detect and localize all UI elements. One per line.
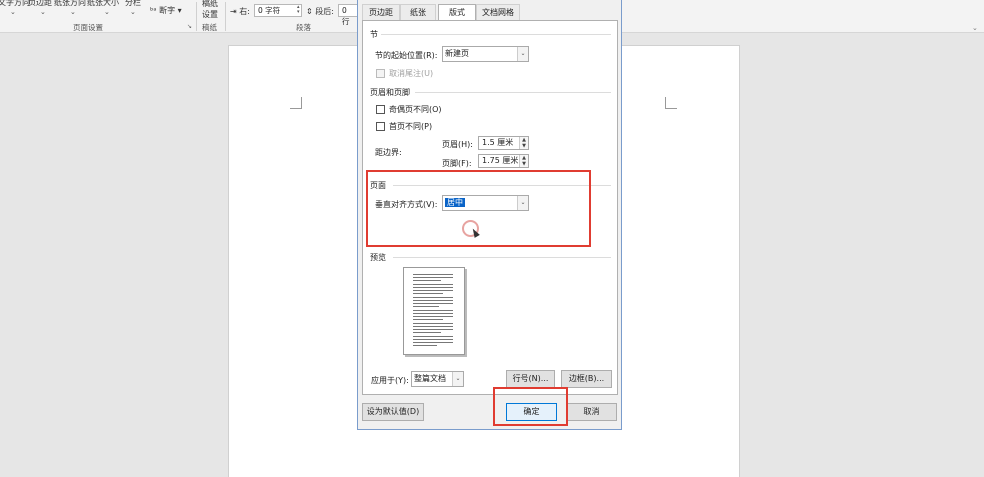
cancel-button[interactable]: 取消 xyxy=(566,403,617,421)
chevron-down-icon: ⌄ xyxy=(70,8,76,16)
indent-right-label: ⇥ 右: xyxy=(230,7,250,16)
footer-distance-input[interactable]: 1.75 厘米 ▲ ▼ xyxy=(478,154,529,168)
manuscript-button[interactable]: 稿纸 xyxy=(202,0,218,9)
preview-line xyxy=(413,274,453,275)
preview-line xyxy=(413,293,443,294)
hyphenation-button[interactable]: ᵇᵃ 断字 ▾ xyxy=(150,5,182,16)
preview-line xyxy=(413,316,453,317)
manuscript-button-line2: 设置 xyxy=(202,10,218,19)
section-heading: 节 xyxy=(370,30,378,39)
chevron-down-icon: ⌄ xyxy=(10,8,16,16)
preview-line xyxy=(413,329,453,330)
ribbon-scroll-icon[interactable]: ⌄ xyxy=(972,24,978,32)
preview-line xyxy=(413,277,453,278)
tab-layout[interactable]: 版式 xyxy=(438,4,476,21)
tab-margins[interactable]: 页边距 xyxy=(362,4,400,21)
text-direction-button[interactable]: 文字方向 xyxy=(0,0,30,8)
apply-to-label: 应用于(Y): xyxy=(371,376,409,385)
section-start-label: 节的起始位置(R): xyxy=(375,51,438,60)
divider xyxy=(415,92,611,93)
footer-distance-label: 页脚(F): xyxy=(442,159,472,168)
chevron-down-icon: ⌄ xyxy=(130,8,136,16)
chevron-down-icon: ⌄ xyxy=(517,47,528,61)
divider xyxy=(381,34,611,35)
line-numbers-button[interactable]: 行号(N)... xyxy=(506,370,555,388)
chevron-down-icon: ⌄ xyxy=(40,8,46,16)
headers-footers-heading: 页眉和页脚 xyxy=(370,88,410,97)
spin-arrows-icon[interactable]: ▲ ▼ xyxy=(519,137,528,149)
section-start-select[interactable]: 新建页 ⌄ xyxy=(442,46,529,62)
preview-line xyxy=(413,313,453,314)
preview-line xyxy=(413,280,441,281)
spin-arrows-icon[interactable]: ▴ ▾ xyxy=(297,5,300,15)
margin-corner-mark xyxy=(290,97,302,109)
size-button[interactable]: 纸张大小 xyxy=(87,0,119,8)
preview-line xyxy=(413,290,453,291)
header-distance-label: 页眉(H): xyxy=(442,140,473,149)
chevron-down-icon: ⌄ xyxy=(452,372,463,386)
borders-button[interactable]: 边框(B)... xyxy=(561,370,612,388)
set-default-button[interactable]: 设为默认值(D) xyxy=(362,403,424,421)
divider xyxy=(393,257,611,258)
page-setup-group-label: 页面设置 xyxy=(73,23,103,32)
dialog-launcher-icon[interactable]: ↘ xyxy=(187,23,192,30)
preview-line xyxy=(413,336,453,337)
preview-line xyxy=(413,306,439,307)
first-page-label: 首页不同(P) xyxy=(389,122,433,131)
preview-line xyxy=(413,303,453,304)
spacing-after-label: ⇕ 段后: xyxy=(306,7,334,16)
from-edge-label: 距边界: xyxy=(375,148,402,157)
orientation-button[interactable]: 纸张方向 xyxy=(54,0,86,8)
spacing-icon: ⇕ xyxy=(306,7,313,16)
indent-right-input[interactable]: 0 字符 xyxy=(254,4,302,17)
preview-line xyxy=(413,339,453,340)
chevron-down-icon: ⌄ xyxy=(104,8,110,16)
page-preview xyxy=(403,267,465,355)
odd-even-checkbox[interactable] xyxy=(376,105,385,114)
preview-line xyxy=(413,345,437,346)
odd-even-label: 奇偶页不同(O) xyxy=(389,105,442,114)
hyphenation-icon: ᵇᵃ xyxy=(150,6,157,15)
tab-paper[interactable]: 纸张 xyxy=(400,4,436,21)
preview-line xyxy=(413,310,453,311)
preview-line xyxy=(413,319,443,320)
columns-button[interactable]: 分栏 xyxy=(125,0,141,8)
preview-line xyxy=(413,297,453,298)
first-page-checkbox[interactable] xyxy=(376,122,385,131)
header-distance-input[interactable]: 1.5 厘米 ▲ ▼ xyxy=(478,136,529,150)
suppress-endnotes-checkbox[interactable] xyxy=(376,69,385,78)
suppress-endnotes-label: 取消尾注(U) xyxy=(389,69,434,78)
preview-line xyxy=(413,287,453,288)
group-divider xyxy=(196,2,197,31)
apply-to-select[interactable]: 整篇文档 ⌄ xyxy=(411,371,464,387)
preview-line xyxy=(413,300,453,301)
preview-line xyxy=(413,284,453,285)
preview-line xyxy=(413,332,441,333)
group-divider xyxy=(225,2,226,31)
preview-heading: 预览 xyxy=(370,253,386,262)
annotation-box-ok-button xyxy=(493,387,568,426)
preview-line xyxy=(413,323,453,324)
indent-icon: ⇥ xyxy=(230,7,237,16)
margin-corner-mark xyxy=(665,97,677,109)
paragraph-group-label: 段落 xyxy=(296,23,311,32)
spin-arrows-icon[interactable]: ▲ ▼ xyxy=(519,155,528,167)
preview-line xyxy=(413,326,453,327)
manuscript-group-label: 稿纸 xyxy=(202,23,217,32)
margins-button[interactable]: 页边距 xyxy=(28,0,52,8)
tab-document-grid[interactable]: 文档网格 xyxy=(476,4,520,21)
spacing-after-input[interactable]: 0 行 xyxy=(338,4,358,26)
preview-line xyxy=(413,342,453,343)
